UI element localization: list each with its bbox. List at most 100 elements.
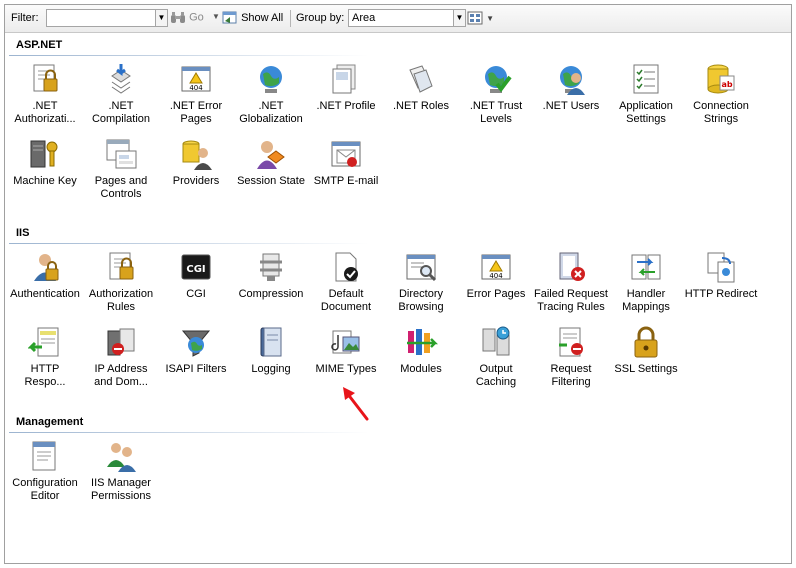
iis-manager-permissions-icon xyxy=(104,439,138,473)
feature-ssl-settings[interactable]: SSL Settings xyxy=(608,325,684,376)
filter-input[interactable] xyxy=(46,9,156,27)
feature-request-filtering[interactable]: Request Filtering xyxy=(533,325,609,389)
feature-label: .NET Roles xyxy=(383,100,459,113)
net-users-icon xyxy=(554,62,588,96)
feature-label-line1: Handler xyxy=(626,288,666,300)
feature-label: Connection Strings xyxy=(683,100,759,126)
features-view-panel: Filter: ▼ Go ▼ Show All Group by: Area ▼… xyxy=(4,4,792,564)
smtp-email-icon xyxy=(329,137,363,171)
feature-label: CGI xyxy=(158,288,234,301)
feature-machine-key[interactable]: Machine Key xyxy=(7,137,83,188)
directory-browsing-icon xyxy=(404,250,438,284)
feature-label-line2: Respo... xyxy=(24,376,66,388)
failed-request-tracing-icon xyxy=(554,250,588,284)
feature-net-error-pages[interactable]: 404 .NET Error Pages xyxy=(158,62,234,126)
feature-label-line1: Request xyxy=(550,363,592,375)
default-document-icon xyxy=(329,250,363,284)
feature-net-roles[interactable]: .NET Roles xyxy=(383,62,459,113)
modules-icon xyxy=(404,325,439,359)
feature-label-line2: Permissions xyxy=(91,490,151,502)
feature-application-settings[interactable]: Application Settings xyxy=(608,62,684,126)
feature-isapi-filters[interactable]: ISAPI Filters xyxy=(158,325,234,376)
feature-label-line1: .NET Users xyxy=(542,100,600,112)
feature-failed-request-tracing[interactable]: Failed Request Tracing Rules xyxy=(533,250,609,314)
feature-label: Providers xyxy=(158,175,234,188)
feature-net-globalization[interactable]: .NET Globalization xyxy=(233,62,309,126)
feature-label-line1: .NET Profile xyxy=(316,100,376,112)
feature-error-pages[interactable]: 404 Error Pages xyxy=(458,250,534,301)
feature-label-line1: .NET Error xyxy=(169,100,223,112)
logging-icon xyxy=(254,325,288,359)
feature-label: IIS Manager Permissions xyxy=(83,477,159,503)
view-mode-icon xyxy=(467,11,483,25)
feature-directory-browsing[interactable]: Directory Browsing xyxy=(383,250,459,314)
feature-net-users[interactable]: .NET Users xyxy=(533,62,609,113)
filter-dropdown-button[interactable]: ▼ xyxy=(156,9,168,27)
feature-label-line2: Settings xyxy=(626,113,666,125)
feature-label-line1: HTTP xyxy=(30,363,60,375)
feature-mime-types[interactable]: MIME Types xyxy=(308,325,384,376)
feature-iis-manager-permissions[interactable]: IIS Manager Permissions xyxy=(83,439,159,503)
feature-label-line1: Logging xyxy=(251,363,291,375)
group-by-select[interactable]: Area xyxy=(348,9,454,27)
feature-modules[interactable]: Modules xyxy=(383,325,459,376)
view-mode-button[interactable]: ▼ xyxy=(467,11,494,25)
feature-label-line1: Failed Request xyxy=(534,288,608,300)
feature-net-trust-levels[interactable]: .NET Trust Levels xyxy=(458,62,534,126)
feature-label-line1: .NET xyxy=(108,100,134,112)
feature-ip-address-domain[interactable]: IP Address and Dom... xyxy=(83,325,159,389)
feature-label-line2: Browsing xyxy=(398,301,444,313)
feature-label: SSL Settings xyxy=(608,363,684,376)
feature-label-line1: .NET xyxy=(32,100,58,112)
net-profile-icon xyxy=(329,62,363,96)
feature-net-compilation[interactable]: .NET Compilation xyxy=(83,62,159,126)
feature-output-caching[interactable]: Output Caching xyxy=(458,325,534,389)
feature-label-line2: Controls xyxy=(100,188,142,200)
feature-session-state[interactable]: Session State xyxy=(233,137,309,188)
feature-http-response-headers[interactable]: HTTP Respo... xyxy=(7,325,83,389)
feature-label: Request Filtering xyxy=(533,363,609,389)
feature-net-profile[interactable]: .NET Profile xyxy=(308,62,384,113)
show-all-button[interactable]: Show All xyxy=(222,11,283,25)
feature-authorization-rules[interactable]: Authorization Rules xyxy=(83,250,159,314)
feature-connection-strings[interactable]: ab Connection Strings xyxy=(683,62,759,126)
net-error-pages-icon: 404 xyxy=(179,62,213,96)
group-by-label: Group by: xyxy=(296,12,345,24)
feature-label-line2: Editor xyxy=(30,490,60,502)
feature-label-line1: Application xyxy=(619,100,673,112)
svg-text:404: 404 xyxy=(489,272,503,280)
feature-label: IP Address and Dom... xyxy=(83,363,159,389)
feature-configuration-editor[interactable]: Configuration Editor xyxy=(7,439,83,503)
feature-label: Error Pages xyxy=(458,288,534,301)
authorization-rules-icon xyxy=(104,250,138,284)
compression-icon xyxy=(254,250,288,284)
feature-label-line2: Rules xyxy=(106,301,136,313)
feature-logging[interactable]: Logging xyxy=(233,325,309,376)
feature-label: .NET Compilation xyxy=(83,100,159,126)
feature-label-line1: Directory xyxy=(398,288,443,300)
feature-pages-and-controls[interactable]: Pages and Controls xyxy=(83,137,159,201)
go-dropdown-arrow[interactable]: ▼ xyxy=(212,12,220,21)
output-caching-icon xyxy=(479,325,513,359)
toolbar-separator xyxy=(290,10,291,27)
feature-label: .NET Authorizati... xyxy=(7,100,83,126)
feature-http-redirect[interactable]: HTTP Redirect xyxy=(683,250,759,301)
feature-smtp-email[interactable]: SMTP E-mail xyxy=(308,137,384,188)
feature-label-line2: Compilation xyxy=(91,113,151,125)
feature-compression[interactable]: Compression xyxy=(233,250,309,301)
feature-cgi[interactable]: CGI CGI xyxy=(158,250,234,301)
feature-providers[interactable]: Providers xyxy=(158,137,234,188)
feature-default-document[interactable]: Default Document xyxy=(308,250,384,314)
feature-label-line1: Providers xyxy=(172,175,220,187)
error-pages-icon: 404 xyxy=(479,250,513,284)
go-button[interactable]: Go xyxy=(170,11,204,24)
feature-label: Logging xyxy=(233,363,309,376)
net-compilation-icon xyxy=(104,62,138,96)
feature-handler-mappings[interactable]: Handler Mappings xyxy=(608,250,684,314)
feature-label-line1: .NET xyxy=(258,100,284,112)
configuration-editor-icon xyxy=(28,439,62,473)
feature-authentication[interactable]: Authentication xyxy=(7,250,83,301)
group-by-dropdown-button[interactable]: ▼ xyxy=(454,9,466,27)
feature-net-authorization[interactable]: .NET Authorizati... xyxy=(7,62,83,126)
feature-label-line1: Pages and xyxy=(94,175,148,187)
